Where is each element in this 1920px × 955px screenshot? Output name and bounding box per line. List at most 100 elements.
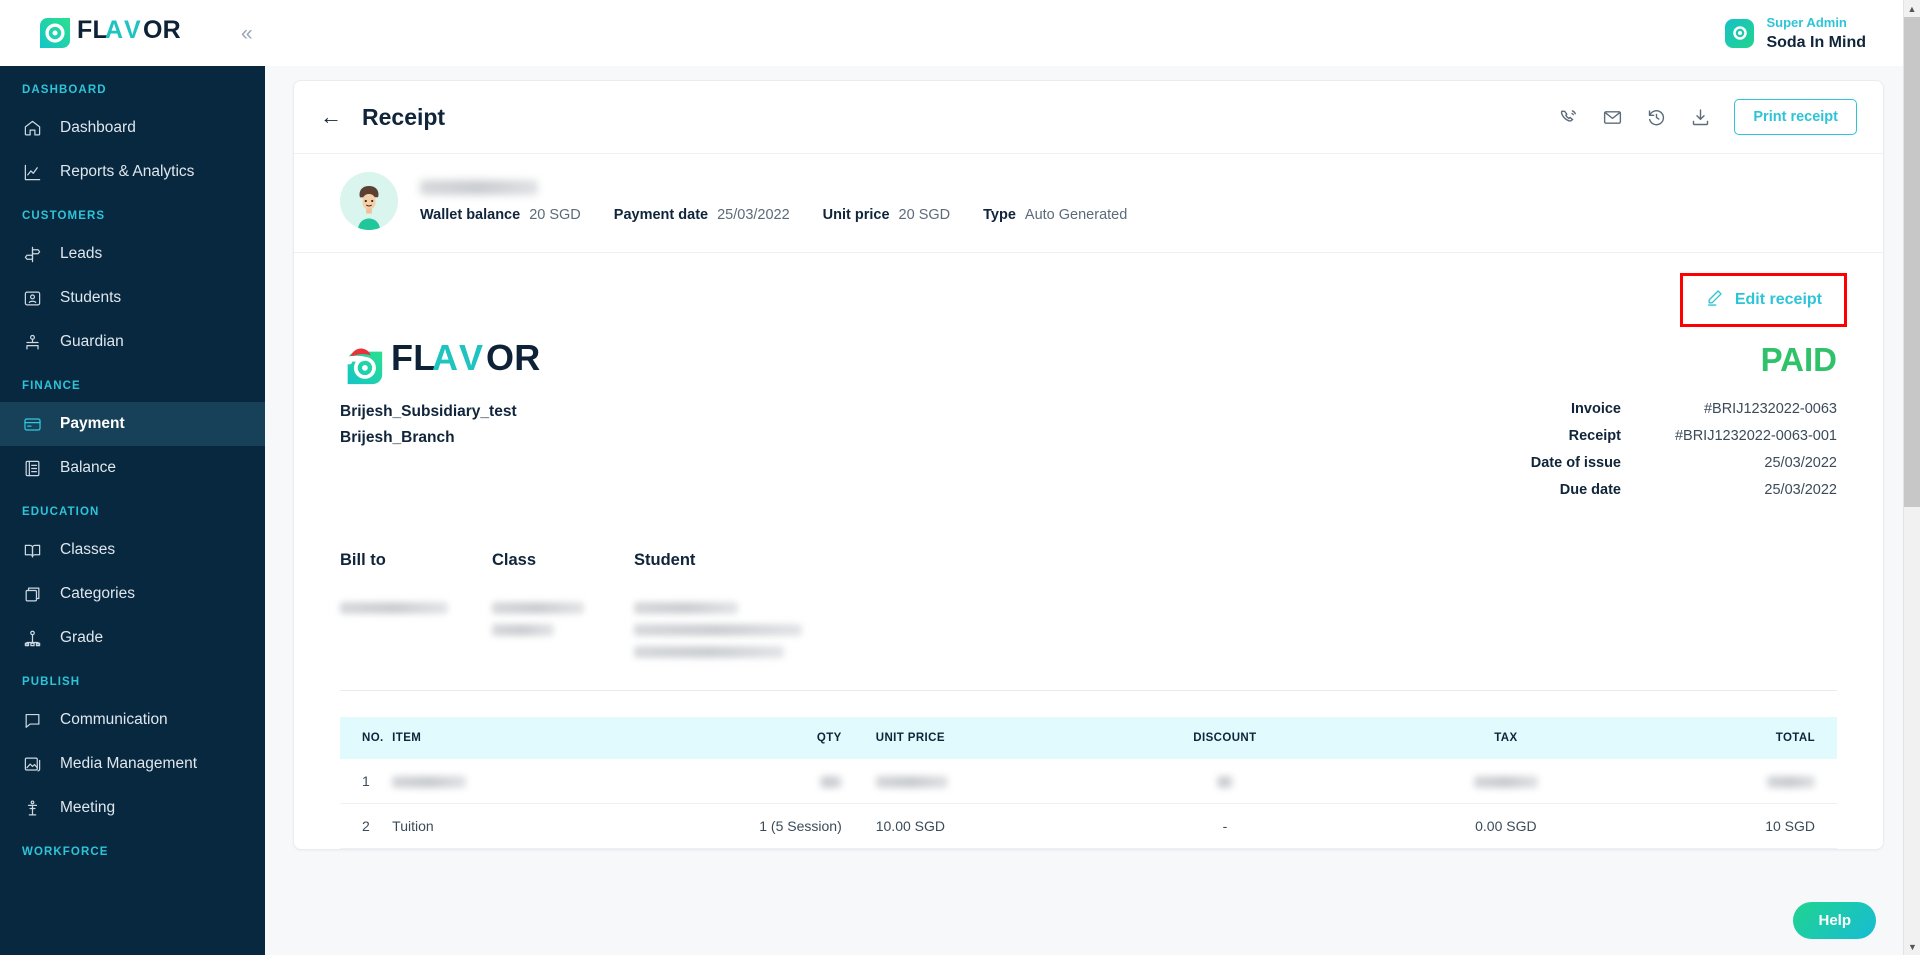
section-divider bbox=[340, 690, 1837, 691]
envelope-icon[interactable] bbox=[1602, 107, 1623, 128]
table-cell-no: 1 bbox=[340, 759, 393, 804]
document-brand-wordmark: FL A V OR bbox=[391, 337, 596, 385]
chart-line-icon bbox=[22, 162, 43, 183]
phone-call-icon[interactable] bbox=[1558, 107, 1579, 128]
sidebar-item-label: Payment bbox=[60, 415, 125, 432]
credit-card-icon bbox=[22, 414, 43, 435]
table-cell-qty: 1 (5 Session) bbox=[693, 803, 864, 849]
scrollbar-thumb[interactable] bbox=[1904, 17, 1920, 507]
content-area: ← Receipt Print receipt Wallet balance 2… bbox=[265, 66, 1920, 955]
edit-receipt-button[interactable]: Edit receipt bbox=[1690, 280, 1836, 320]
sidebar-item-classes[interactable]: Classes bbox=[0, 528, 265, 572]
table-header-row: NO. ITEM QTY UNIT PRICE DISCOUNT TAX TOTAL bbox=[340, 717, 1837, 759]
table-cell-item bbox=[392, 759, 694, 804]
book-open-icon bbox=[22, 540, 43, 561]
receipt-header-actions: Print receipt bbox=[1558, 99, 1857, 135]
party-column-heading: Class bbox=[492, 551, 537, 569]
main-region: Super Admin Soda In Mind ← Receipt Print… bbox=[265, 0, 1920, 955]
invoice-details: Invoice #BRIJ1232022-0063 Receipt #BRIJ1232… bbox=[1531, 401, 1837, 498]
svg-text:A: A bbox=[105, 18, 123, 44]
profile-meta-value: 25/03/2022 bbox=[717, 206, 790, 223]
profile-meta-key: Wallet balance bbox=[420, 206, 521, 223]
svg-text:V: V bbox=[459, 341, 483, 378]
sidebar-item-guardian[interactable]: Guardian bbox=[0, 320, 265, 364]
sidebar-nav: DASHBOARD Dashboard Reports & Analytics CUS… bbox=[0, 66, 265, 955]
top-bar: Super Admin Soda In Mind bbox=[265, 0, 1920, 66]
receipt-header: ← Receipt Print receipt bbox=[294, 81, 1883, 154]
party-column: Student bbox=[634, 551, 934, 668]
sidebar-item-meeting[interactable]: Meeting bbox=[0, 786, 265, 830]
profile-meta-key: Unit price bbox=[822, 206, 890, 223]
sidebar-item-leads[interactable]: Leads bbox=[0, 232, 265, 276]
page-scrollbar[interactable]: ▲ ▼ bbox=[1903, 0, 1920, 955]
sidebar-item-payment[interactable]: Payment bbox=[0, 402, 265, 446]
chevron-double-left-icon[interactable]: « bbox=[241, 23, 253, 44]
sidebar-item-label: Categories bbox=[60, 585, 135, 602]
sidebar-item-label: Dashboard bbox=[60, 119, 136, 136]
sidebar-item-reports-analytics[interactable]: Reports & Analytics bbox=[0, 150, 265, 194]
download-icon[interactable] bbox=[1690, 107, 1711, 128]
invoice-detail-row: Due date 25/03/2022 bbox=[1531, 482, 1837, 498]
user-menu[interactable]: Super Admin Soda In Mind bbox=[1725, 13, 1866, 53]
print-receipt-button[interactable]: Print receipt bbox=[1734, 99, 1857, 135]
invoice-detail-key: Invoice bbox=[1571, 401, 1621, 417]
invoice-detail-row: Date of issue 25/03/2022 bbox=[1531, 455, 1837, 471]
sidebar-item-categories[interactable]: Categories bbox=[0, 572, 265, 616]
table-cell-qty bbox=[693, 759, 864, 804]
redacted-value bbox=[1216, 776, 1233, 789]
sidebar-item-balance[interactable]: Balance bbox=[0, 446, 265, 490]
redacted-value bbox=[819, 776, 842, 789]
brand-wordmark: FL A V OR bbox=[77, 16, 217, 49]
invoice-detail-value: 25/03/2022 bbox=[1764, 482, 1837, 498]
table-cell-tax bbox=[1375, 759, 1637, 804]
sidebar-item-grade[interactable]: Grade bbox=[0, 616, 265, 660]
user-info: Super Admin Soda In Mind bbox=[1766, 13, 1866, 53]
pencil-icon bbox=[1705, 288, 1724, 312]
redacted-value bbox=[634, 646, 784, 658]
sidebar-item-students[interactable]: Students bbox=[0, 276, 265, 320]
user-name: Soda In Mind bbox=[1766, 34, 1866, 51]
redacted-value bbox=[875, 776, 948, 789]
sidebar-item-label: Reports & Analytics bbox=[60, 163, 195, 180]
invoice-detail-value: 25/03/2022 bbox=[1764, 455, 1837, 471]
profile-details: Wallet balance 20 SGD Payment date 25/03/20… bbox=[420, 179, 1151, 223]
branch-name: Brijesh_Branch bbox=[340, 429, 455, 446]
sidebar-logo-bar: FL A V OR « bbox=[0, 0, 265, 66]
chevron-down-icon[interactable]: ▼ bbox=[1904, 938, 1920, 955]
signpost-icon bbox=[22, 244, 43, 265]
arrow-left-icon[interactable]: ← bbox=[320, 106, 342, 128]
receipt-document: FL A V OR Brijesh_Subsidiary_test Brijes… bbox=[294, 327, 1883, 668]
table-column-header: TAX bbox=[1375, 717, 1637, 759]
sidebar-item-dashboard[interactable]: Dashboard bbox=[0, 106, 265, 150]
items-table-head: NO. ITEM QTY UNIT PRICE DISCOUNT TAX TOTAL bbox=[340, 717, 1837, 759]
table-column-header: TOTAL bbox=[1636, 717, 1837, 759]
redacted-value bbox=[340, 602, 448, 614]
sidebar-item-communication[interactable]: Communication bbox=[0, 698, 265, 742]
sidebar-item-label: Balance bbox=[60, 459, 117, 476]
party-column: Bill to bbox=[340, 551, 492, 668]
help-button[interactable]: Help bbox=[1793, 902, 1876, 939]
boxes-icon bbox=[22, 584, 43, 605]
sidebar-item-label: Grade bbox=[60, 629, 104, 646]
chat-bubble-icon bbox=[22, 710, 43, 731]
user-role: Super Admin bbox=[1766, 15, 1847, 30]
party-column-heading: Student bbox=[634, 551, 696, 569]
customer-name-redacted bbox=[420, 179, 538, 195]
flavor-circle-icon bbox=[40, 18, 70, 48]
user-avatar-icon bbox=[340, 172, 398, 230]
brand-logo[interactable]: FL A V OR bbox=[40, 16, 217, 49]
receipt-card: ← Receipt Print receipt Wallet balance 2… bbox=[293, 80, 1884, 850]
table-column-header: NO. bbox=[340, 717, 393, 759]
ledger-icon bbox=[22, 458, 43, 479]
redacted-value bbox=[1767, 776, 1815, 789]
sidebar-item-media-management[interactable]: Media Management bbox=[0, 742, 265, 786]
table-cell-item: Tuition bbox=[392, 803, 694, 849]
sidebar-item-label: Leads bbox=[60, 245, 103, 262]
items-table: NO. ITEM QTY UNIT PRICE DISCOUNT TAX TOTAL 12T… bbox=[340, 717, 1837, 849]
receipt-header-left: ← Receipt bbox=[320, 104, 445, 131]
profile-meta-key: Type bbox=[983, 206, 1016, 223]
invoice-detail-row: Receipt #BRIJ1232022-0063-001 bbox=[1531, 428, 1837, 444]
chevron-up-icon[interactable]: ▲ bbox=[1904, 0, 1920, 17]
history-icon[interactable] bbox=[1646, 107, 1667, 128]
profile-meta-key: Payment date bbox=[613, 206, 709, 223]
